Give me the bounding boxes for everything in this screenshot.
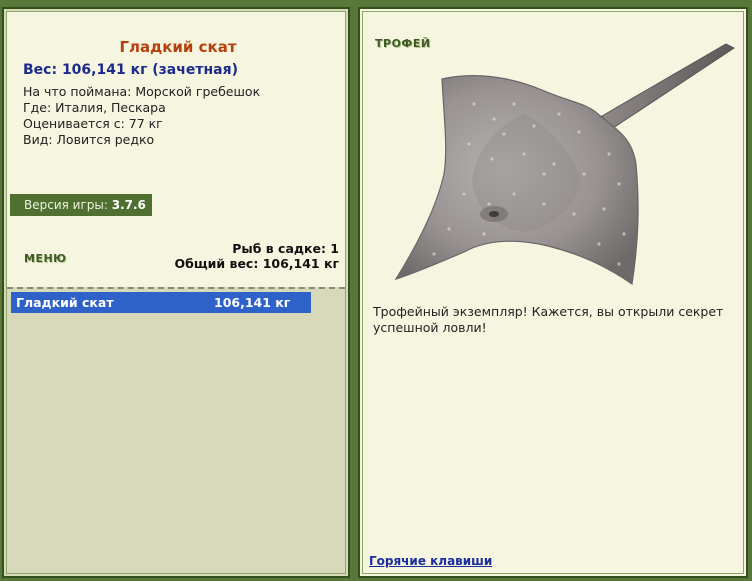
- total-weight: Общий вес: 106,141 кг: [174, 256, 340, 271]
- divider: [7, 287, 345, 289]
- catch-name: Гладкий скат: [16, 295, 114, 310]
- right-panel: ТРОФЕЙ Трофейный экземпляр! Кажется, вы …: [358, 7, 748, 578]
- location-info: Где: Италия, Пескара: [23, 100, 166, 115]
- version-bar: Версия игры: 3.7.6: [10, 194, 152, 216]
- catch-list-item[interactable]: Гладкий скат 106,141 кг: [11, 292, 311, 313]
- fish-title: Гладкий скат: [119, 38, 237, 56]
- valued-info: Оценивается с: 77 кг: [23, 116, 163, 131]
- version-label: Версия игры:: [24, 198, 108, 212]
- version-value: 3.7.6: [111, 198, 146, 212]
- fish-count: Рыб в садке: 1: [232, 241, 339, 256]
- hotkeys-link[interactable]: Горячие клавиши: [369, 554, 492, 568]
- trophy-label: ТРОФЕЙ: [375, 37, 431, 50]
- fish-weight: Вес: 106,141 кг (зачетная): [23, 62, 238, 78]
- kind-info: Вид: Ловится редко: [23, 132, 155, 147]
- bait-info: На что поймана: Морской гребешок: [23, 84, 261, 99]
- left-panel: Гладкий скат Вес: 106,141 кг (зачетная) …: [2, 7, 350, 578]
- menu-button[interactable]: МЕНЮ: [24, 252, 67, 265]
- trophy-message: Трофейный экземпляр! Кажется, вы открыли…: [373, 304, 724, 335]
- stingray-image: [394, 43, 735, 286]
- catch-weight: 106,141 кг: [214, 295, 291, 310]
